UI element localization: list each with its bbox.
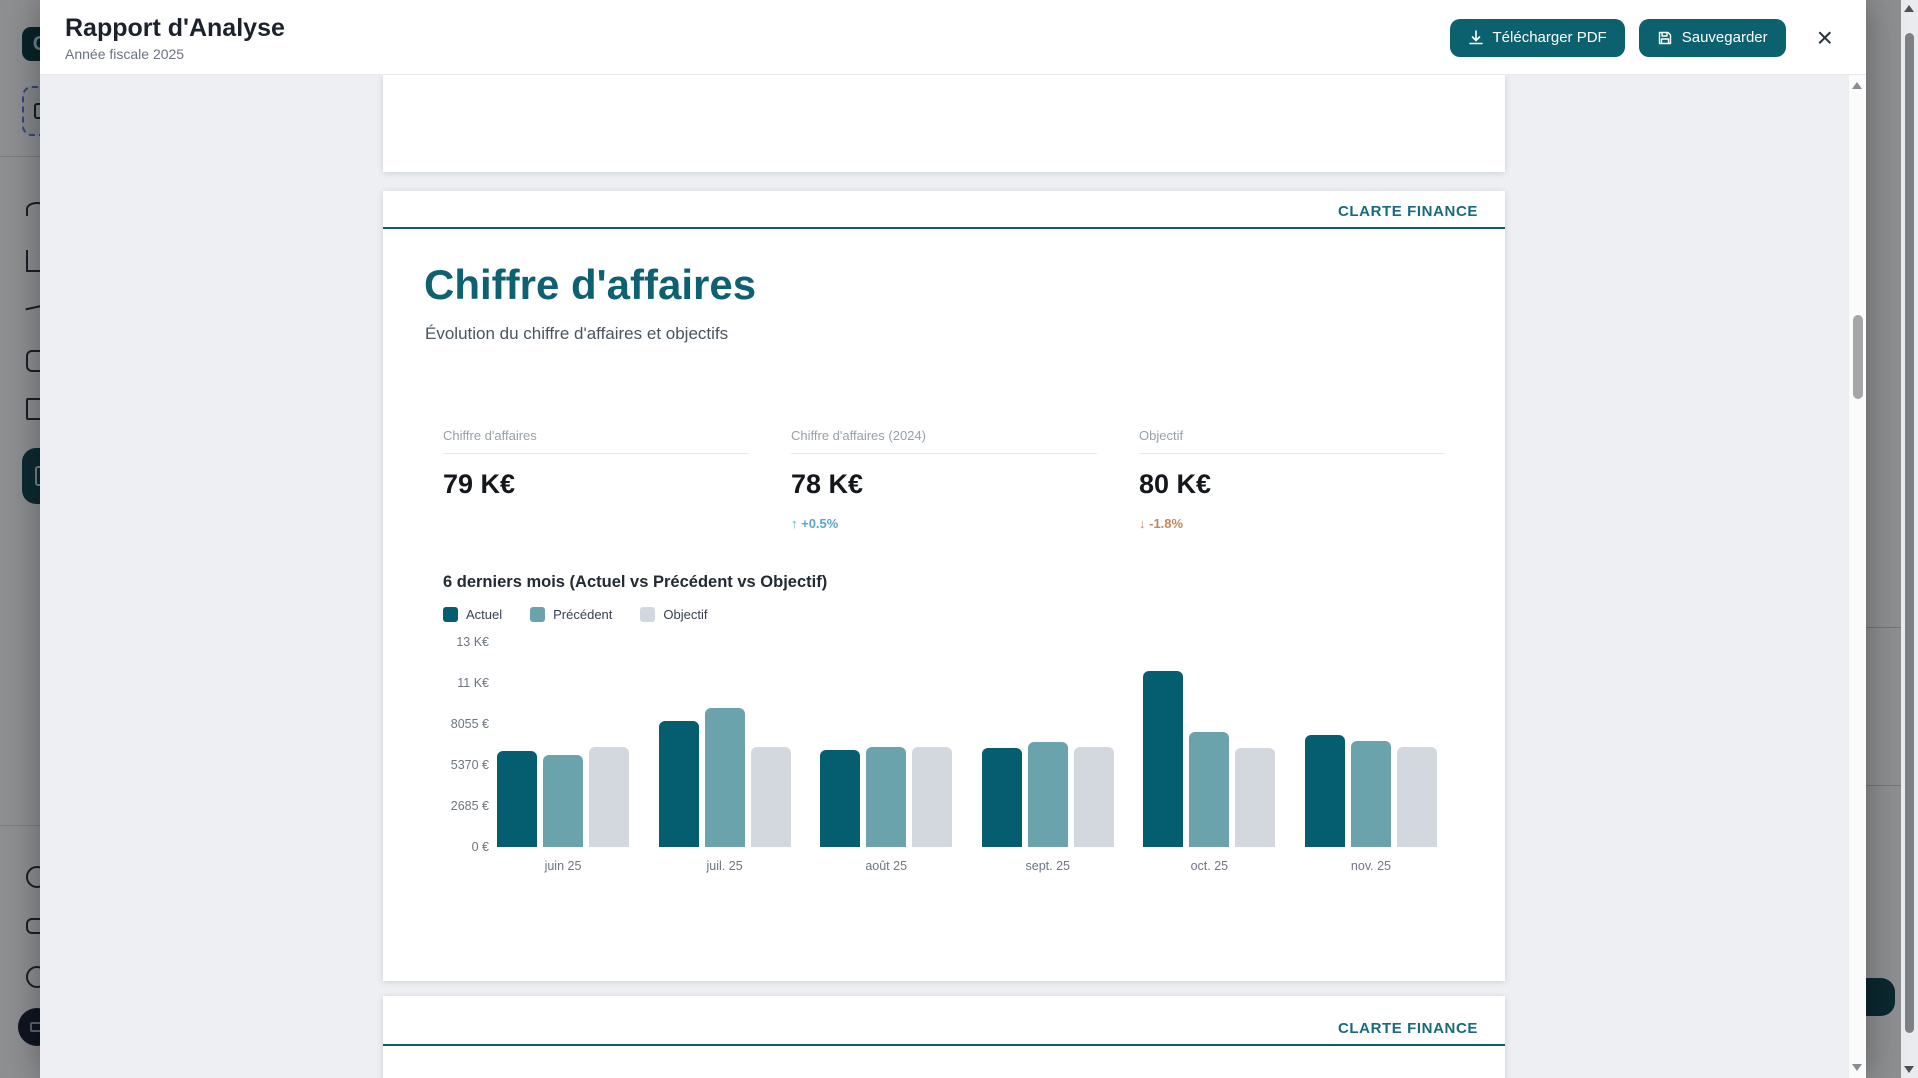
brand-header: CLARTE FINANCE — [383, 191, 1505, 229]
x-axis-tick-label: août 25 — [820, 859, 952, 873]
report-page-revenue: CLARTE FINANCE Chiffre d'affaires Évolut… — [383, 191, 1505, 981]
stat-card: Chiffre d'affaires (2024) 78 K€ ↑ +0.5% — [791, 428, 1097, 531]
scroll-down-arrow-icon[interactable] — [1904, 1066, 1914, 1073]
bar-objectif — [1397, 747, 1437, 847]
stat-label: Chiffre d'affaires (2024) — [791, 428, 1097, 454]
stat-delta: ↑ +0.5% — [791, 516, 1097, 531]
x-axis-tick-label: oct. 25 — [1143, 859, 1275, 873]
bar-chart: 0 €2685 €5370 €8055 €11 K€13 K€ juin 25j… — [443, 642, 1447, 896]
bar-objectif — [912, 747, 952, 847]
stat-delta: ↓ -1.8% — [1139, 516, 1445, 531]
bar-actuel — [1143, 671, 1183, 847]
legend-label: Précédent — [553, 607, 612, 622]
x-axis-tick-label: sept. 25 — [982, 859, 1114, 873]
bar-actuel — [1305, 735, 1345, 847]
bar-actuel — [659, 721, 699, 847]
y-axis-tick-label: 2685 € — [451, 799, 489, 813]
bar-objectif — [1074, 747, 1114, 847]
y-axis-tick-label: 13 K€ — [456, 635, 489, 649]
bar-actuel — [820, 750, 860, 847]
legend-swatch-icon — [640, 607, 655, 622]
bar-group: août 25 — [820, 642, 952, 847]
stat-label: Objectif — [1139, 428, 1445, 454]
download-icon — [1468, 30, 1484, 46]
save-button[interactable]: Sauvegarder — [1639, 19, 1786, 57]
bar-group: nov. 25 — [1305, 642, 1437, 847]
bar-precedent — [543, 755, 583, 847]
legend-item: Précédent — [530, 607, 612, 622]
download-pdf-button[interactable]: Télécharger PDF — [1450, 19, 1625, 57]
legend-item: Objectif — [640, 607, 707, 622]
stat-value: 78 K€ — [791, 469, 1097, 500]
report-page-previous — [383, 75, 1505, 172]
close-icon[interactable]: × — [1817, 24, 1833, 52]
chart-legend: Actuel Précédent Objectif — [443, 607, 1445, 622]
y-axis-tick-label: 11 K€ — [457, 676, 489, 690]
bar-objectif — [1235, 748, 1275, 847]
stat-card: Chiffre d'affaires 79 K€ — [443, 428, 749, 531]
save-label: Sauvegarder — [1682, 29, 1768, 46]
x-axis-tick-label: juin 25 — [497, 859, 629, 873]
brand-header: CLARTE FINANCE — [383, 996, 1505, 1046]
stat-value: 79 K€ — [443, 469, 749, 500]
chart-title: 6 derniers mois (Actuel vs Précédent vs … — [443, 573, 1445, 592]
bar-precedent — [1189, 732, 1229, 847]
bar-objectif — [751, 747, 791, 847]
bar-actuel — [982, 748, 1022, 847]
modal-scrollbar-thumb[interactable] — [1853, 315, 1863, 399]
stat-card: Objectif 80 K€ ↓ -1.8% — [1139, 428, 1445, 531]
modal-actions: Télécharger PDF Sauvegarder × — [1450, 0, 1833, 75]
x-axis-tick-label: nov. 25 — [1305, 859, 1437, 873]
bar-objectif — [589, 747, 629, 847]
bar-precedent — [705, 708, 745, 847]
x-axis-tick-label: juil. 25 — [659, 859, 791, 873]
y-axis-tick-label: 5370 € — [451, 758, 489, 772]
chart-plot-area: juin 25juil. 25août 25sept. 25oct. 25nov… — [497, 642, 1437, 847]
page-title: Chiffre d'affaires — [424, 261, 1505, 309]
bar-precedent — [866, 747, 906, 847]
legend-swatch-icon — [530, 607, 545, 622]
page-subtitle: Évolution du chiffre d'affaires et objec… — [425, 324, 1505, 344]
report-modal: Rapport d'Analyse Année fiscale 2025 Tél… — [40, 0, 1866, 1078]
y-axis-tick-label: 0 € — [472, 840, 489, 854]
download-pdf-label: Télécharger PDF — [1493, 29, 1607, 46]
report-page-next: CLARTE FINANCE — [383, 996, 1505, 1078]
stat-value: 80 K€ — [1139, 469, 1445, 500]
save-icon — [1657, 30, 1673, 46]
scroll-up-arrow-icon[interactable] — [1904, 5, 1914, 12]
legend-label: Objectif — [663, 607, 707, 622]
bar-precedent — [1028, 742, 1068, 847]
y-axis-tick-label: 8055 € — [451, 717, 489, 731]
stat-label: Chiffre d'affaires — [443, 428, 749, 454]
modal-scrollbar[interactable] — [1848, 75, 1866, 1078]
stats-row: Chiffre d'affaires79 K€Chiffre d'affaire… — [443, 428, 1445, 531]
browser-scrollbar[interactable] — [1901, 0, 1918, 1078]
bar-precedent — [1351, 741, 1391, 847]
modal-body: CLARTE FINANCE Chiffre d'affaires Évolut… — [40, 75, 1848, 1078]
scroll-up-arrow-icon[interactable] — [1852, 82, 1862, 89]
scroll-down-arrow-icon[interactable] — [1852, 1064, 1862, 1071]
bar-group: juil. 25 — [659, 642, 791, 847]
bar-group: oct. 25 — [1143, 642, 1275, 847]
legend-item: Actuel — [443, 607, 502, 622]
legend-swatch-icon — [443, 607, 458, 622]
legend-label: Actuel — [466, 607, 502, 622]
bar-group: juin 25 — [497, 642, 629, 847]
bar-group: sept. 25 — [982, 642, 1114, 847]
browser-scrollbar-thumb[interactable] — [1905, 33, 1914, 1033]
bar-actuel — [497, 751, 537, 847]
modal-header: Rapport d'Analyse Année fiscale 2025 Tél… — [40, 0, 1866, 75]
chart-y-axis: 0 €2685 €5370 €8055 €11 K€13 K€ — [443, 642, 489, 847]
